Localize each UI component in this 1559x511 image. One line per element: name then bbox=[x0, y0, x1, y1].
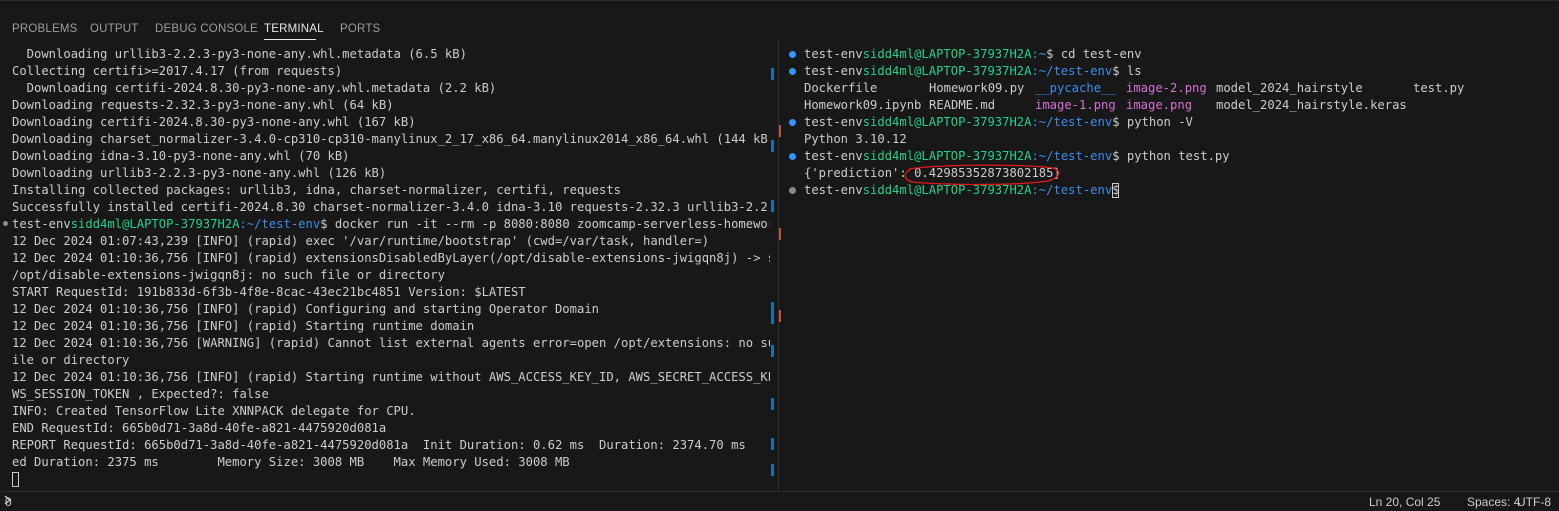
log-line: ile or directory bbox=[12, 353, 130, 367]
terminal-line: Downloading urllib3-2.2.3-py3-none-any.w… bbox=[12, 47, 467, 61]
right-terminal[interactable]: test-envsidd4ml@LAPTOP-37937H2A:~$ cd te… bbox=[783, 40, 1559, 491]
ls-item: README.md bbox=[929, 98, 996, 112]
command-success-icon[interactable] bbox=[789, 68, 796, 75]
ls-item: model_2024_hairstyle bbox=[1216, 81, 1363, 95]
terminal-line: Downloading certifi-2024.8.30-py3-none-a… bbox=[12, 115, 416, 129]
overview-marker bbox=[771, 438, 774, 450]
overview-marker bbox=[771, 464, 774, 476]
command-pending-icon[interactable] bbox=[789, 187, 796, 194]
command-success-icon[interactable] bbox=[789, 153, 796, 160]
overview-marker bbox=[771, 140, 774, 152]
log-line: 12 Dec 2024 01:10:36,756 [WARNING] (rapi… bbox=[12, 336, 770, 350]
terminal-line: Installing collected packages: urllib3, … bbox=[12, 183, 622, 197]
error-count[interactable]: 0 bbox=[5, 495, 12, 509]
tab-ports[interactable]: PORTS bbox=[340, 23, 380, 35]
overview-marker bbox=[771, 68, 774, 80]
overview-marker bbox=[771, 302, 774, 324]
indentation[interactable]: Spaces: 4 bbox=[1467, 495, 1520, 509]
status-bar: 0 Ln 20, Col 25 Spaces: 4 UTF-8 bbox=[0, 491, 1559, 511]
log-line: INFO: Created TensorFlow Lite XNNPACK de… bbox=[12, 404, 416, 418]
ls-item: model_2024_hairstyle.keras bbox=[1216, 98, 1407, 112]
python-version-output: Python 3.10.12 bbox=[804, 132, 907, 146]
ls-item: __pycache__ bbox=[1035, 81, 1116, 95]
prompt-line: test-envsidd4ml@LAPTOP-37937H2A:~/test-e… bbox=[804, 115, 1193, 129]
log-line: 12 Dec 2024 01:10:36,756 [INFO] (rapid) … bbox=[12, 302, 599, 316]
log-line: REPORT RequestId: 665b0d71-3a8d-40fe-a82… bbox=[12, 438, 770, 452]
ls-item: image-1.png bbox=[1035, 98, 1116, 112]
terminal-line: Downloading idna-3.10-py3-none-any.whl (… bbox=[12, 149, 350, 163]
cursor-position[interactable]: Ln 20, Col 25 bbox=[1369, 495, 1440, 509]
log-line: 12 Dec 2024 01:07:43,239 [INFO] (rapid) … bbox=[12, 234, 710, 248]
overview-marker bbox=[771, 200, 774, 212]
encoding[interactable]: UTF-8 bbox=[1517, 495, 1551, 509]
command-success-icon[interactable] bbox=[789, 51, 796, 58]
terminal-line: Downloading certifi-2024.8.30-py3-none-a… bbox=[12, 81, 497, 95]
tab-debug-console[interactable]: DEBUG CONSOLE bbox=[155, 23, 258, 35]
overview-marker bbox=[771, 398, 774, 410]
terminal-line: Downloading requests-2.32.3-py3-none-any… bbox=[12, 98, 394, 112]
panel-tab-bar: PROBLEMS OUTPUT DEBUG CONSOLE TERMINAL P… bbox=[0, 0, 1559, 40]
terminal-cursor bbox=[12, 472, 19, 487]
log-line: /opt/disable-extensions-jwigqn8j: no suc… bbox=[12, 268, 445, 282]
ls-item: Dockerfile bbox=[804, 81, 878, 95]
ls-item: Homework09.py bbox=[929, 81, 1025, 95]
tab-problems[interactable]: PROBLEMS bbox=[12, 23, 78, 35]
log-line: START RequestId: 191b833d-6f3b-4f8e-8cac… bbox=[12, 285, 526, 299]
terminal-cursor bbox=[1112, 183, 1119, 198]
left-terminal[interactable]: Downloading urllib3-2.2.3-py3-none-any.w… bbox=[0, 40, 770, 491]
annotation-circle-icon bbox=[904, 164, 1060, 186]
log-line: WS_SESSION_TOKEN , Expected?: false bbox=[12, 387, 269, 401]
ls-item: Homework09.ipynb bbox=[804, 98, 922, 112]
prompt-line: test-envsidd4ml@LAPTOP-37937H2A:~$ cd te… bbox=[804, 47, 1142, 61]
command-success-icon[interactable] bbox=[789, 119, 796, 126]
log-line: 12 Dec 2024 01:10:36,756 [INFO] (rapid) … bbox=[12, 370, 770, 384]
terminal-line: Successfully installed certifi-2024.8.30… bbox=[12, 200, 770, 214]
terminal-line: Downloading charset_normalizer-3.4.0-cp3… bbox=[12, 132, 770, 146]
ls-item: image.png bbox=[1126, 98, 1193, 112]
log-line: 12 Dec 2024 01:10:36,756 [INFO] (rapid) … bbox=[12, 319, 475, 333]
log-line: END RequestId: 665b0d71-3a8d-40fe-a821-4… bbox=[12, 421, 387, 435]
terminal-split-divider[interactable] bbox=[778, 40, 779, 491]
tab-output[interactable]: OUTPUT bbox=[90, 23, 138, 35]
docker-run-prompt: test-envsidd4ml@LAPTOP-37937H2A:~/test-e… bbox=[12, 217, 770, 231]
prompt-line: test-envsidd4ml@LAPTOP-37937H2A:~/test-e… bbox=[804, 64, 1142, 78]
ls-item: test.py bbox=[1413, 81, 1465, 95]
log-line: 12 Dec 2024 01:10:36,756 [INFO] (rapid) … bbox=[12, 251, 770, 265]
terminal-line: Collecting certifi>=2017.4.17 (from requ… bbox=[12, 64, 343, 78]
overview-marker bbox=[771, 345, 774, 357]
command-decoration-icon[interactable] bbox=[3, 221, 8, 226]
tab-terminal[interactable]: TERMINAL bbox=[264, 23, 324, 35]
terminal-line: Downloading urllib3-2.2.3-py3-none-any.w… bbox=[12, 166, 387, 180]
log-line: ed Duration: 2375 ms Memory Size: 3008 M… bbox=[12, 455, 570, 469]
ls-item: image-2.png bbox=[1126, 81, 1207, 95]
